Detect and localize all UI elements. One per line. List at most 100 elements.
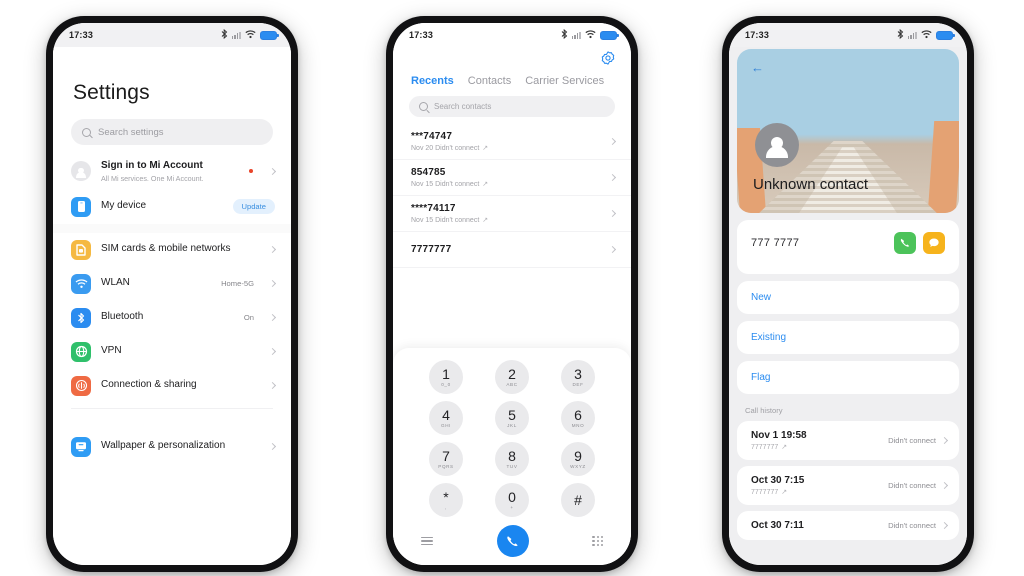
key-digit: 4 bbox=[442, 407, 450, 423]
dial-key-star[interactable]: *, bbox=[429, 483, 463, 517]
settings-gear-icon[interactable] bbox=[601, 50, 615, 70]
link-new-label: New bbox=[751, 292, 772, 303]
chevron-right-icon bbox=[608, 137, 617, 146]
battery-icon bbox=[260, 30, 279, 40]
my-device-label: My device bbox=[101, 200, 147, 212]
dial-key-4[interactable]: 4 GHI bbox=[429, 401, 463, 435]
hamburger-menu-icon[interactable] bbox=[421, 536, 433, 546]
list-divider bbox=[71, 407, 273, 409]
key-letters: DEF bbox=[572, 382, 584, 387]
sidebar-item-bluetooth[interactable]: Bluetooth On bbox=[53, 301, 291, 335]
call-entry-text: ****74117 Nov 15 Didn't connect ↗ bbox=[411, 203, 610, 224]
tab-contacts[interactable]: Contacts bbox=[468, 75, 511, 87]
sidebar-item-wlan[interactable]: WLAN Home-5G bbox=[53, 267, 291, 301]
dial-key-hash[interactable]: # bbox=[561, 483, 595, 517]
call-detail: Nov 20 Didn't connect ↗ bbox=[411, 144, 610, 153]
dialer-tabs: Recents Contacts Carrier Services bbox=[393, 73, 631, 87]
phone-settings: 17:33 Settings Search settings Sign in t… bbox=[46, 16, 298, 572]
dial-key-2[interactable]: 2 ABC bbox=[495, 360, 529, 394]
bluetooth-icon bbox=[221, 28, 228, 41]
sidebar-item-vpn[interactable]: VPN bbox=[53, 335, 291, 369]
search-settings-input[interactable]: Search settings bbox=[71, 119, 273, 145]
dial-key-1[interactable]: 1 0_0 bbox=[429, 360, 463, 394]
dial-key-8[interactable]: 8 TUV bbox=[495, 442, 529, 476]
dial-key-3[interactable]: 3 DEF bbox=[561, 360, 595, 394]
link-existing-label: Existing bbox=[751, 332, 787, 343]
account-avatar-icon bbox=[71, 161, 91, 182]
chevron-right-icon bbox=[940, 521, 949, 530]
bluetooth-value: On bbox=[243, 313, 254, 322]
contact-number[interactable]: 777 7777 bbox=[751, 237, 887, 249]
call-number: ***74747 bbox=[411, 131, 453, 142]
tab-recents[interactable]: Recents bbox=[411, 75, 454, 87]
list-item[interactable]: 7777777 bbox=[393, 232, 631, 268]
sidebar-item-connection-sharing[interactable]: Connection & sharing bbox=[53, 369, 291, 403]
call-icon[interactable] bbox=[496, 525, 529, 557]
sidebar-item-wallpaper[interactable]: Wallpaper & personalization bbox=[53, 430, 291, 464]
dial-key-5[interactable]: 5 JKL bbox=[495, 401, 529, 435]
status-bar: 17:33 bbox=[729, 23, 967, 47]
signal-bars-icon bbox=[571, 31, 581, 39]
dial-key-7[interactable]: 7 PQRS bbox=[429, 442, 463, 476]
history-number-row: 7777777 ↗ bbox=[751, 443, 888, 452]
vpn-label: VPN bbox=[101, 345, 122, 357]
vpn-globe-icon bbox=[71, 341, 91, 362]
list-item[interactable]: ***74747 Nov 20 Didn't connect ↗ bbox=[393, 124, 631, 160]
sidebar-item-mi-account[interactable]: Sign in to Mi Account All Mi services. O… bbox=[53, 153, 291, 190]
key-letters: MNO bbox=[571, 423, 585, 428]
key-digit: # bbox=[574, 491, 582, 508]
list-item[interactable]: Oct 30 7:11 Didn't connect bbox=[737, 511, 959, 540]
history-status: Didn't connect bbox=[888, 521, 936, 530]
my-device-icon bbox=[71, 196, 91, 217]
list-item[interactable]: ****74117 Nov 15 Didn't connect ↗ bbox=[393, 196, 631, 232]
my-device-text: My device bbox=[101, 200, 223, 213]
connection-sharing-text: Connection & sharing bbox=[101, 379, 260, 392]
chevron-right-icon bbox=[608, 245, 617, 254]
outgoing-arrow-icon: ↗ bbox=[482, 217, 489, 224]
call-action[interactable] bbox=[894, 232, 916, 254]
link-card-existing[interactable]: Existing bbox=[737, 321, 959, 354]
dialpad-grid: 1 0_0 2 ABC 3 DEF 4 GHI 5 JKL 6 MNO 7 PQRS 8 TUV… bbox=[413, 360, 611, 517]
sidebar-item-sim-cards[interactable]: SIM cards & mobile networks bbox=[53, 233, 291, 267]
keypad-dots-icon[interactable] bbox=[592, 535, 603, 547]
top-spacer bbox=[53, 47, 291, 81]
back-arrow-icon[interactable]: ← bbox=[751, 61, 764, 74]
update-badge[interactable]: Update bbox=[232, 199, 275, 214]
outgoing-arrow-icon: ↗ bbox=[482, 145, 489, 152]
outgoing-arrow-icon: ↗ bbox=[781, 444, 788, 451]
history-status: Didn't connect bbox=[888, 481, 936, 490]
call-detail: Nov 15 Didn't connect ↗ bbox=[411, 216, 610, 225]
list-item[interactable]: Nov 1 19:58 7777777 ↗ Didn't connect bbox=[737, 421, 959, 460]
chevron-right-icon bbox=[608, 209, 617, 218]
chevron-right-icon bbox=[268, 442, 277, 451]
dial-key-9[interactable]: 9 WXYZ bbox=[561, 442, 595, 476]
history-number: 7777777 bbox=[751, 443, 779, 451]
chevron-right-icon bbox=[268, 313, 277, 322]
tab-carrier-services[interactable]: Carrier Services bbox=[525, 75, 604, 87]
link-card-flag[interactable]: Flag bbox=[737, 361, 959, 394]
call-detail-text: Nov 15 Didn't connect bbox=[411, 180, 480, 188]
message-action[interactable] bbox=[923, 232, 945, 254]
key-letters: PQRS bbox=[438, 464, 454, 469]
list-item[interactable]: 854785 Nov 15 Didn't connect ↗ bbox=[393, 160, 631, 196]
dial-key-0[interactable]: 0 + bbox=[495, 483, 529, 517]
bluetooth-label: Bluetooth bbox=[101, 311, 144, 323]
search-icon bbox=[419, 102, 428, 111]
sidebar-item-my-device[interactable]: My device Update bbox=[53, 190, 291, 224]
call-number: 854785 bbox=[411, 167, 446, 178]
status-bar: 17:33 bbox=[53, 23, 291, 47]
chevron-right-icon bbox=[608, 173, 617, 182]
recents-list: ***74747 Nov 20 Didn't connect ↗ 854785 bbox=[393, 124, 631, 268]
search-contacts-input[interactable]: Search contacts bbox=[409, 96, 615, 117]
outgoing-arrow-icon: ↗ bbox=[482, 181, 489, 188]
bluetooth-icon bbox=[897, 28, 904, 41]
contact-number-row: 777 7777 bbox=[737, 220, 959, 274]
dialpad-bottom-bar bbox=[413, 525, 611, 557]
history-date: Nov 1 19:58 bbox=[751, 430, 807, 441]
call-entry-text: 854785 Nov 15 Didn't connect ↗ bbox=[411, 167, 610, 188]
screenshot-stage: 17:33 Settings Search settings Sign in t… bbox=[0, 0, 1024, 576]
dial-key-6[interactable]: 6 MNO bbox=[561, 401, 595, 435]
call-entry-text: 7777777 bbox=[411, 244, 610, 255]
link-card-new[interactable]: New bbox=[737, 281, 959, 314]
list-item[interactable]: Oct 30 7:15 7777777 ↗ Didn't connect bbox=[737, 466, 959, 505]
